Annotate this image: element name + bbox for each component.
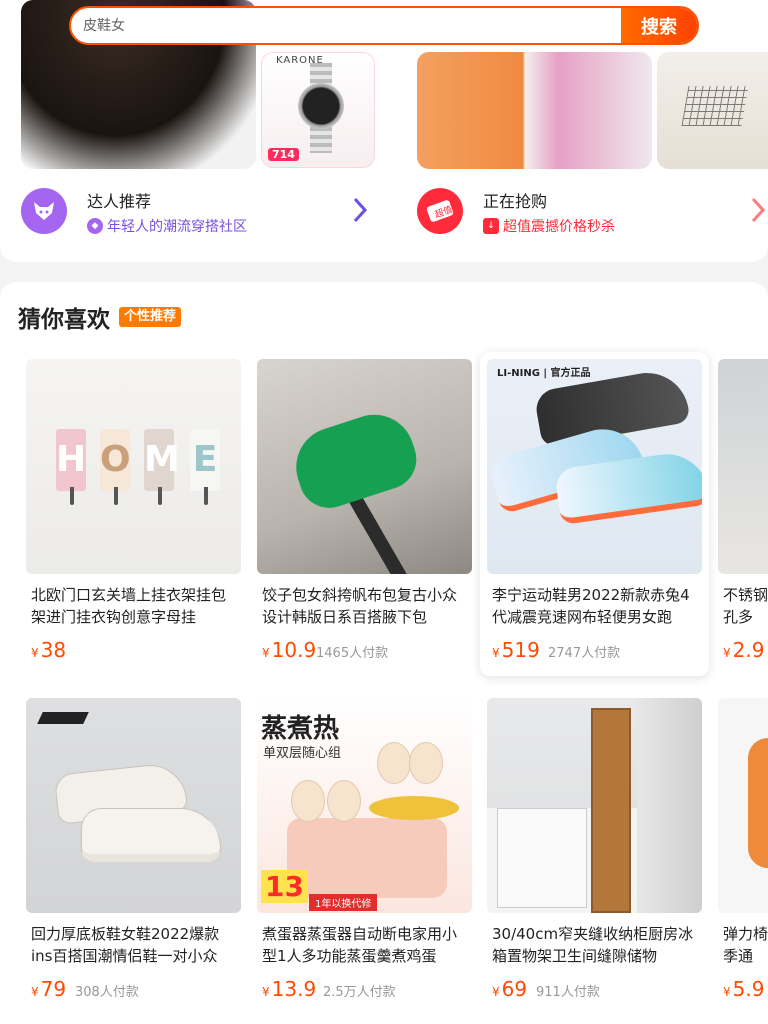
product-title: 弹力椅四季通	[723, 925, 768, 965]
chevron-right-icon	[749, 196, 767, 230]
product-card[interactable]: 弹力椅四季通 ¥5.9	[711, 691, 768, 1015]
product-card[interactable]: LI-NING | 官方正品 李宁运动鞋男2022新款赤兔4代减震竞速网布轻便男…	[480, 352, 709, 676]
search-button[interactable]: 搜索	[621, 8, 697, 43]
ad-price: 13	[261, 870, 308, 903]
product-image	[718, 698, 768, 913]
product-image	[718, 359, 768, 574]
product-sold-count: 2747人付款	[548, 646, 621, 661]
product-card[interactable]: 不锈钢打孔多 ¥2.9	[711, 352, 768, 676]
fox-icon	[21, 188, 67, 234]
entry-subtitle: ↓ 超值震撼价格秒杀	[483, 216, 615, 236]
promo-image-watch[interactable]: KARONE 714	[261, 52, 375, 168]
product-image: LI-NING | 官方正品	[487, 359, 702, 574]
entry-subtitle: ◆ 年轻人的潮流穿搭社区	[87, 216, 247, 236]
product-sold-count: 1465人付款	[316, 646, 389, 661]
entry-talent-recommend[interactable]: 达人推荐 ◆ 年轻人的潮流穿搭社区	[21, 188, 381, 236]
product-card[interactable]: H O M E 北欧门口玄关墙上挂衣架挂包架进门挂衣钩创意字母挂 ¥38	[19, 352, 248, 676]
product-price: ¥69	[492, 977, 528, 1001]
product-card[interactable]: 饺子包女斜挎帆布包复古小众设计韩版日系百搭腋下包 ¥10.9 1465人付款	[250, 352, 479, 676]
section-title: 猜你喜欢	[18, 307, 110, 333]
chevron-right-icon	[351, 196, 369, 230]
ad-subtitle: 单双层随心组	[263, 746, 342, 761]
promo-image-dried-flowers[interactable]	[417, 52, 652, 169]
entry-flash-sale[interactable]: 超值 正在抢购 ↓ 超值震撼价格秒杀	[417, 188, 768, 236]
product-price: ¥79	[31, 977, 67, 1001]
product-price: ¥2.9	[723, 638, 765, 662]
product-price: ¥13.9	[262, 977, 317, 1001]
product-image	[26, 698, 241, 913]
product-image: 蒸煮热 单双层随心组 13 1年以换代修	[257, 698, 472, 913]
product-sold-count: 2.5万人付款	[323, 985, 396, 1000]
product-sold-count: 911人付款	[536, 985, 600, 1000]
promo-image-wire-rack[interactable]	[657, 52, 768, 169]
watch-brand-text: KARONE	[276, 55, 324, 66]
product-card[interactable]: 30/40cm窄夹缝收纳柜厨房冰箱置物架卫生间缝隙储物 ¥69 911人付款	[480, 691, 709, 1015]
product-title: 北欧门口玄关墙上挂衣架挂包架进门挂衣钩创意字母挂	[31, 586, 227, 626]
watch-price-badge: 714	[268, 148, 299, 161]
product-title: 煮蛋器蒸蛋器自动断电家用小型1人多功能蒸蛋羹煮鸡蛋	[262, 925, 458, 965]
entry-subtitle-text: 年轻人的潮流穿搭社区	[107, 219, 247, 235]
rack-grid	[681, 86, 749, 126]
product-title: 李宁运动鞋男2022新款赤兔4代减震竞速网布轻便男女跑	[492, 586, 690, 626]
entry-subtitle-text: 超值震撼价格秒杀	[503, 219, 615, 235]
product-title: 不锈钢打孔多	[723, 586, 768, 626]
product-title: 饺子包女斜挎帆布包复古小众设计韩版日系百搭腋下包	[262, 586, 458, 626]
down-arrow-icon: ↓	[483, 218, 499, 234]
product-image: H O M E	[26, 359, 241, 574]
product-price: ¥5.9	[723, 977, 765, 1001]
diamond-icon: ◆	[87, 218, 103, 234]
entry-title: 达人推荐	[87, 192, 152, 211]
product-title: 30/40cm窄夹缝收纳柜厨房冰箱置物架卫生间缝隙储物	[492, 925, 694, 965]
product-sold-count: 308人付款	[75, 985, 139, 1000]
brand-tag: LI-NING | 官方正品	[497, 368, 591, 379]
ad-title: 蒸煮热	[261, 714, 340, 744]
product-title: 回力厚底板鞋女鞋2022爆款ins百搭国潮情侣鞋一对小众	[31, 925, 220, 965]
product-card[interactable]: 蒸煮热 单双层随心组 13 1年以换代修 煮蛋器蒸蛋器自动断电家用小型1人多功能…	[250, 691, 479, 1015]
search-input[interactable]	[71, 8, 621, 43]
product-card[interactable]: 回力厚底板鞋女鞋2022爆款ins百搭国潮情侣鞋一对小众 ¥79 308人付款	[19, 691, 248, 1015]
product-price: ¥10.9	[262, 638, 317, 662]
watch-face	[298, 83, 344, 129]
product-price: ¥38	[31, 638, 67, 662]
product-image	[257, 359, 472, 574]
product-price: ¥519	[492, 638, 540, 662]
product-image	[487, 698, 702, 913]
guess-you-like-section: 猜你喜欢 个性推荐 H O M E 北欧门口玄关墙上挂衣架挂包架进门挂衣钩创意字…	[0, 282, 768, 1024]
sale-tag-icon: 超值	[417, 188, 463, 234]
personalized-badge: 个性推荐	[119, 307, 182, 327]
ad-ribbon: 1年以换代修	[309, 894, 378, 911]
entry-title: 正在抢购	[483, 192, 548, 211]
search-bar: 搜索	[69, 6, 699, 45]
